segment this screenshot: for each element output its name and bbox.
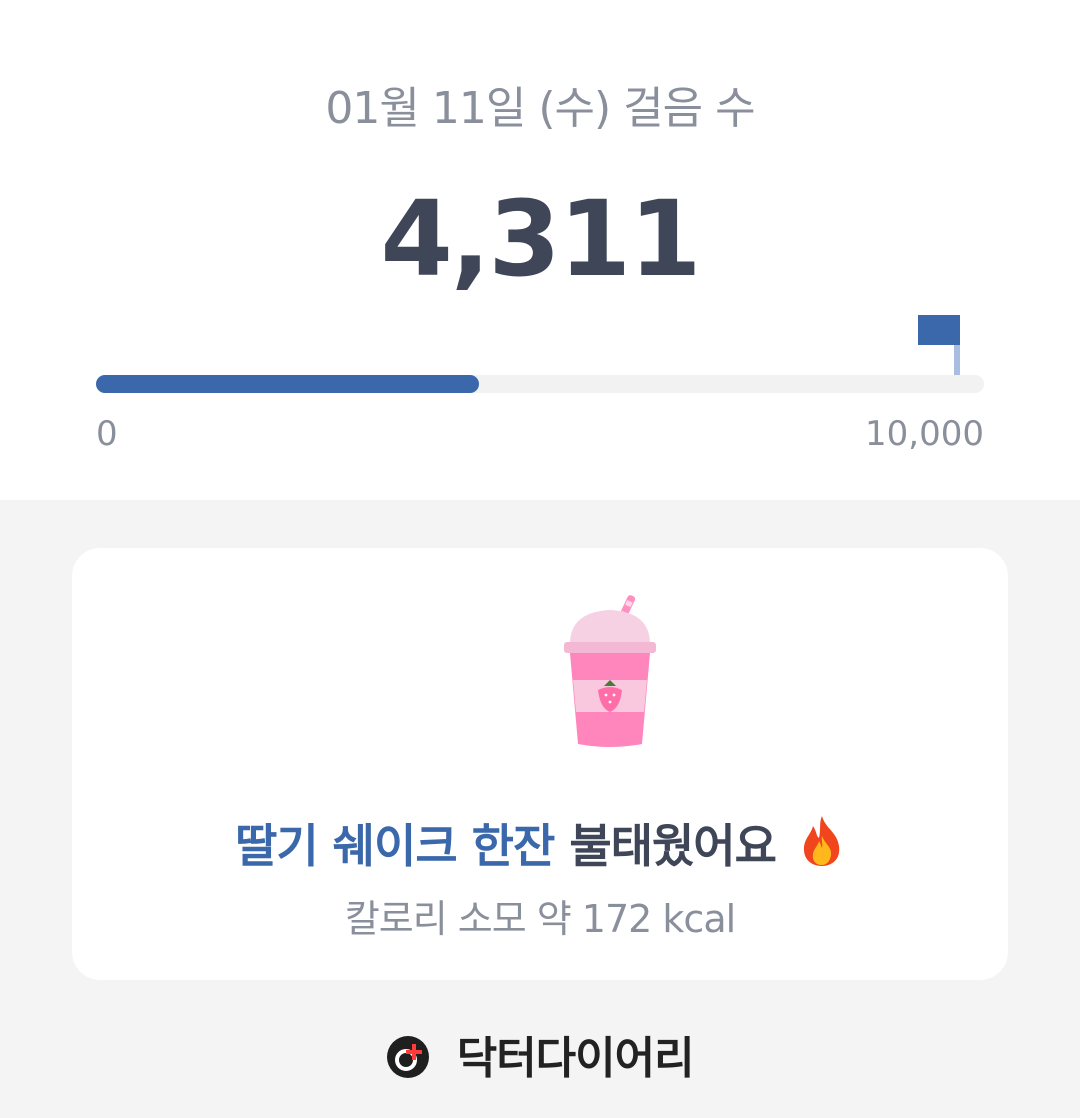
calorie-subtitle: 칼로리 소모 약 172 kcal <box>344 897 736 941</box>
strawberry-shake-icon <box>564 595 656 747</box>
calorie-headline: 딸기 쉐이크 한잔 불태웠어요 <box>72 810 1008 876</box>
goal-flag-icon <box>918 315 960 375</box>
brand-footer: 닥터다이어리 <box>0 1022 1080 1086</box>
burned-text: 불태웠어요 <box>569 819 777 873</box>
step-progress-bar <box>96 375 984 393</box>
doctor-diary-logo-icon <box>387 1036 430 1078</box>
brand-name: 닥터다이어리 <box>456 1033 695 1084</box>
step-progress-fill <box>96 375 479 393</box>
steps-summary-section: 01월 11일 (수) 걸음 수 4,311 0 10,000 <box>0 0 1080 500</box>
progress-min-label: 0 <box>96 414 118 454</box>
calorie-card: 딸기 쉐이크 한잔 불태웠어요 칼로리 소모 약 172 kcal <box>72 548 1008 980</box>
step-count: 4,311 <box>380 178 702 300</box>
fire-icon <box>803 816 840 866</box>
food-equivalent-text: 딸기 쉐이크 한잔 <box>235 819 555 873</box>
date-title: 01월 11일 (수) 걸음 수 <box>325 83 755 134</box>
progress-goal-label: 10,000 <box>865 414 984 454</box>
